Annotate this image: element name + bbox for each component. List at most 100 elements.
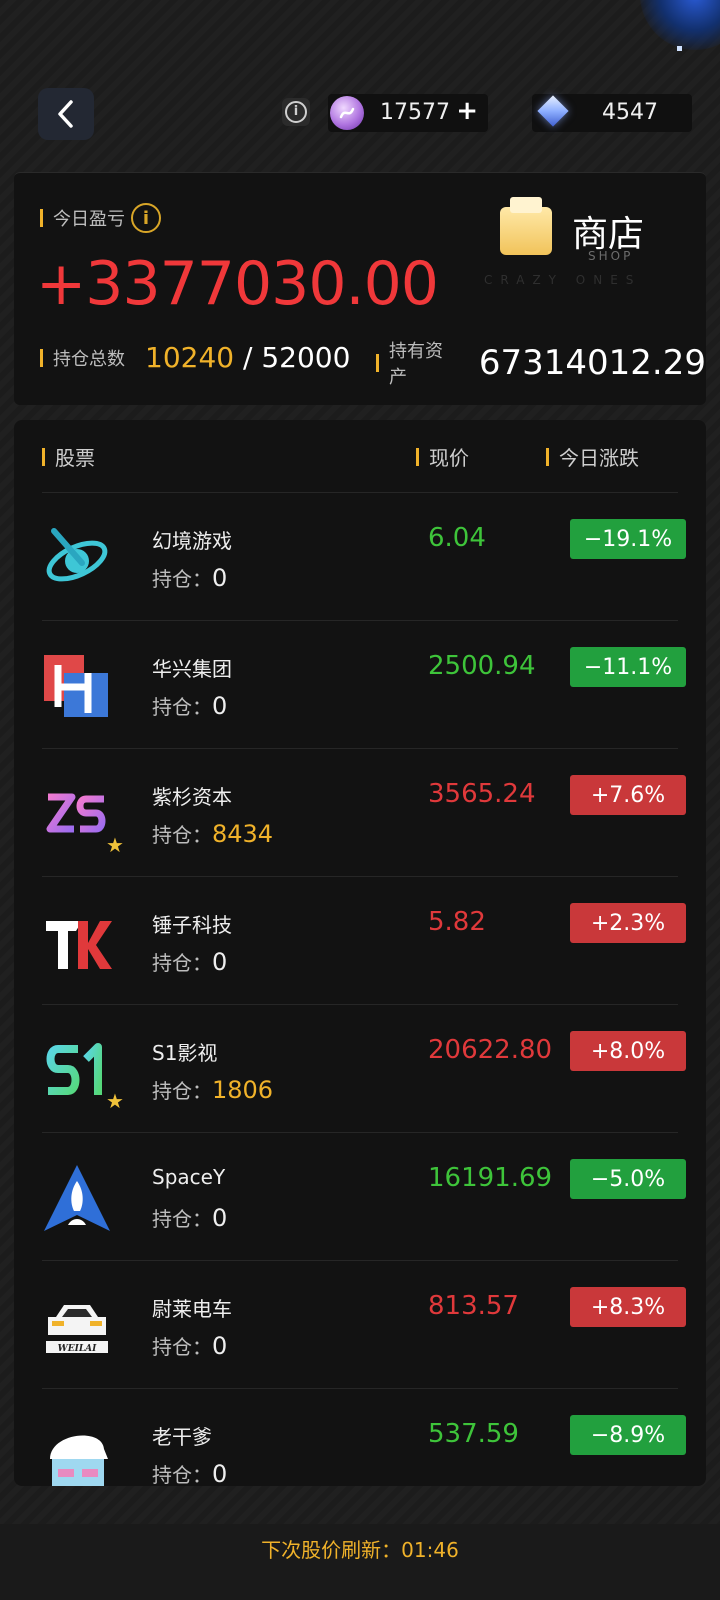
hold-value: 0: [212, 692, 228, 720]
coin-value: 17577: [380, 100, 450, 125]
pnl-info-icon[interactable]: i: [131, 203, 161, 233]
stock-name: S1影视: [152, 1041, 218, 1065]
change-badge: −8.9%: [570, 1415, 686, 1455]
refresh-footer: 下次股价刷新：01:46: [0, 1524, 720, 1600]
stock-name: SpaceY: [152, 1165, 226, 1189]
stock-name: 华兴集团: [152, 657, 232, 681]
hold-value: 8434: [212, 820, 274, 848]
face-icon: [50, 1435, 108, 1486]
positions-held: 10240: [145, 341, 235, 374]
stock-price: 16191.69: [428, 1163, 553, 1193]
hold-label: 持仓：: [152, 823, 212, 847]
positions-max: 52000: [261, 341, 351, 374]
shop-button[interactable]: 商店 SHOP: [500, 197, 680, 287]
hold-value: 0: [212, 948, 228, 976]
pnl-value: +3377030.00: [36, 249, 439, 319]
header-stock-label: 股票: [55, 446, 95, 470]
car-logo-text: WEILAI: [58, 1344, 97, 1354]
star-icon: ★: [106, 1089, 124, 1113]
assets-label: 持有资产: [389, 341, 443, 388]
header-price: 现价: [416, 442, 469, 471]
stock-list[interactable]: 股票 现价 今日涨跌 幻境游戏 持仓：0 6.04 −19.1% 华兴集团 持仓…: [14, 420, 706, 1486]
stock-hold: 持仓：0: [152, 691, 227, 720]
rocket-icon: [44, 1165, 110, 1231]
list-header: 股票 现价 今日涨跌: [14, 442, 706, 482]
pnl-label: 今日盈亏: [53, 209, 125, 230]
change-badge: +2.3%: [570, 903, 686, 943]
positions-sep: /: [234, 341, 262, 374]
stock-hold: 持仓：0: [152, 1331, 227, 1360]
stock-name: 老干爹: [152, 1425, 212, 1449]
change-badge: −19.1%: [570, 519, 686, 559]
assets-stat: 持有资产 67314012.29: [376, 337, 706, 389]
accent-bar: [376, 354, 379, 372]
positions-stat: 持仓总数 10240 / 52000: [40, 341, 350, 374]
back-button[interactable]: [38, 88, 94, 140]
stock-price: 813.57: [428, 1291, 519, 1321]
stock-row[interactable]: 华兴集团 持仓：0 2500.94 −11.1%: [42, 620, 686, 749]
chevron-left-icon: [58, 100, 73, 128]
star-dot-decoration: [677, 46, 682, 51]
summary-panel: 今日盈亏 i +3377030.00 CRAZY ONES 商店 SHOP 持仓…: [14, 172, 706, 405]
shop-box-icon: [500, 197, 552, 255]
header-stock: 股票: [42, 442, 95, 471]
stock-hold: 持仓：0: [152, 563, 227, 592]
coin-balance: 17577 +: [328, 94, 488, 132]
info-button[interactable]: i: [282, 98, 310, 126]
change-badge: −5.0%: [570, 1159, 686, 1199]
stock-price: 537.59: [428, 1419, 519, 1449]
stock-row[interactable]: ★ 紫杉资本 持仓：8434 3565.24 +7.6%: [42, 748, 686, 877]
stock-row[interactable]: 老干爹 持仓：0 537.59 −8.9%: [42, 1388, 686, 1486]
stock-hold: 持仓：0: [152, 1459, 227, 1486]
planet-icon: [46, 528, 108, 582]
top-bar: i 17577 + 4547: [0, 88, 720, 144]
stock-row[interactable]: 锤子科技 持仓：0 5.82 +2.3%: [42, 876, 686, 1005]
hold-label: 持仓：: [152, 567, 212, 591]
stock-row[interactable]: ★ S1影视 持仓：1806 20622.80 +8.0%: [42, 1004, 686, 1133]
stock-hold: 持仓：0: [152, 947, 227, 976]
hold-value: 0: [212, 1460, 228, 1486]
accent-bar: [40, 348, 43, 367]
hold-label: 持仓：: [152, 951, 212, 975]
stock-name: 幻境游戏: [152, 529, 232, 553]
accent-bar: [40, 209, 43, 227]
positions-label: 持仓总数: [53, 348, 125, 370]
stock-hold: 持仓：1806: [152, 1075, 273, 1104]
header-price-label: 现价: [429, 446, 469, 470]
star-icon: ★: [106, 833, 124, 857]
stock-name: 尉莱电车: [152, 1297, 232, 1321]
info-icon: i: [285, 101, 307, 123]
car-icon: WEILAI: [46, 1305, 108, 1354]
h-logo-icon: [44, 655, 108, 717]
accent-bar: [416, 447, 419, 466]
pnl-label-row: 今日盈亏 i: [40, 203, 161, 233]
stock-row[interactable]: 幻境游戏 持仓：0 6.04 −19.1%: [42, 492, 686, 621]
stock-price: 20622.80: [428, 1035, 553, 1065]
assets-value: 67314012.29: [478, 343, 706, 383]
add-coin-button[interactable]: +: [456, 96, 478, 126]
hold-label: 持仓：: [152, 1079, 212, 1103]
stock-price: 5.82: [428, 907, 486, 937]
diamond-icon: [537, 95, 569, 127]
hold-value: 0: [212, 1332, 228, 1360]
hold-label: 持仓：: [152, 1207, 212, 1231]
change-badge: +8.3%: [570, 1287, 686, 1327]
gem-balance: 4547: [532, 94, 692, 132]
change-badge: +8.0%: [570, 1031, 686, 1071]
change-badge: +7.6%: [570, 775, 686, 815]
tk-logo-icon: [46, 921, 112, 969]
stock-price: 2500.94: [428, 651, 536, 681]
hold-value: 0: [212, 564, 228, 592]
hold-value: 1806: [212, 1076, 274, 1104]
gem-value: 4547: [602, 100, 658, 125]
stock-row[interactable]: SpaceY 持仓：0 16191.69 −5.0%: [42, 1132, 686, 1261]
stock-name: 锤子科技: [152, 913, 232, 937]
stock-row[interactable]: WEILAI 尉莱电车 持仓：0 813.57 +8.3%: [42, 1260, 686, 1389]
hold-label: 持仓：: [152, 1335, 212, 1359]
header-change: 今日涨跌: [546, 442, 639, 471]
shop-subtitle: SHOP: [588, 249, 634, 263]
hold-label: 持仓：: [152, 1463, 212, 1486]
stock-hold: 持仓：0: [152, 1203, 227, 1232]
refresh-countdown: 下次股价刷新：01:46: [261, 1538, 459, 1562]
stock-price: 3565.24: [428, 779, 536, 809]
